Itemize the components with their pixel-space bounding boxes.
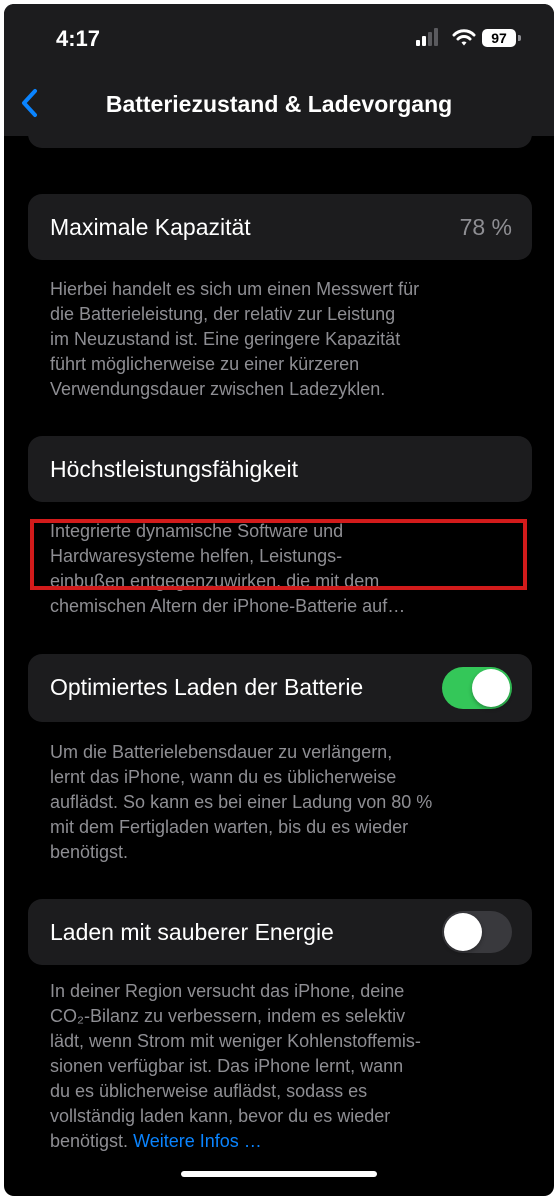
home-indicator[interactable] bbox=[181, 1171, 377, 1177]
page-title: Batteriezustand & Ladevorgang bbox=[105, 91, 453, 117]
footnote-line: lernt das iPhone, wann du es üblicherwei… bbox=[50, 767, 397, 787]
footnote-last-line: benötigst. Weitere Infos … bbox=[50, 1129, 520, 1154]
capacity-row: Maximale Kapazität 78 % bbox=[28, 194, 532, 260]
optimized-charging-label: Optimiertes Laden der Batterie bbox=[50, 674, 364, 700]
footnote-line: Hardwaresysteme helfen, Leistungs- bbox=[50, 546, 343, 566]
peak-performance-footnote: Integrierte dynamische Software und Hard… bbox=[50, 519, 520, 619]
wifi-icon bbox=[452, 29, 476, 46]
status-icons: 97 bbox=[416, 28, 526, 48]
clean-energy-footnote: In deiner Region versucht das iPhone, de… bbox=[50, 979, 520, 1154]
toggle-knob bbox=[472, 669, 510, 707]
footnote-line: die Batterieleistung, der relativ zur Le… bbox=[50, 304, 396, 324]
footnote-line: sionen verfügbar ist. Das iPhone lernt, … bbox=[50, 1056, 404, 1076]
footnote-line: Integrierte dynamische Software und bbox=[50, 521, 344, 541]
status-bar: 4:17 97 bbox=[4, 4, 554, 72]
footnote-line: du es üblicherweise auflädst, sodass es bbox=[50, 1081, 368, 1101]
peak-performance-label: Höchstleistungsfähigkeit bbox=[50, 456, 299, 482]
footnote-line: führt möglicherweise zu einer kürzeren bbox=[50, 354, 360, 374]
battery-icon: 97 bbox=[482, 29, 516, 47]
clean-energy-toggle[interactable] bbox=[442, 911, 512, 953]
previous-card-edge bbox=[28, 132, 532, 148]
footnote-last-text: benötigst. bbox=[50, 1131, 129, 1151]
footnote-line: einbußen entgegenzuwirken, die mit dem bbox=[50, 571, 380, 591]
capacity-label: Maximale Kapazität bbox=[50, 214, 251, 240]
footnote-line: CO₂-Bilanz zu verbessern, indem es selek… bbox=[50, 1006, 406, 1026]
clean-energy-label: Laden mit sauberer Energie bbox=[50, 919, 334, 945]
footnote-line: benötigst. bbox=[50, 842, 129, 862]
navigation-bar: Batteriezustand & Ladevorgang bbox=[4, 72, 554, 136]
footnote-line: auflädst. So kann es bei einer Ladung vo… bbox=[50, 792, 433, 812]
cellular-signal-icon bbox=[416, 28, 444, 48]
optimized-charging-toggle[interactable] bbox=[442, 667, 512, 709]
more-info-link[interactable]: Weitere Infos … bbox=[133, 1131, 262, 1151]
settings-list: Maximale Kapazität 78 % Hierbei handelt … bbox=[4, 132, 554, 1196]
footnote-line: chemischen Altern der iPhone-Batterie au… bbox=[50, 596, 406, 616]
footnote-line: Hierbei handelt es sich um einen Messwer… bbox=[50, 279, 420, 299]
footnote-line: Verwendungsdauer zwischen Ladezyklen. bbox=[50, 379, 386, 399]
toggle-knob bbox=[444, 913, 482, 951]
optimized-charging-footnote: Um die Batterielebensdauer zu verlängern… bbox=[50, 740, 520, 865]
clean-energy-row: Laden mit sauberer Energie bbox=[28, 899, 532, 965]
footnote-line: lädt, wenn Strom mit weniger Kohlenstoff… bbox=[50, 1031, 421, 1051]
capacity-value: 78 % bbox=[459, 214, 512, 240]
peak-performance-row[interactable]: Höchstleistungsfähigkeit bbox=[28, 436, 532, 502]
phone-screen: 4:17 97 Batteriezustand & Ladevorgang Ma… bbox=[4, 4, 554, 1196]
footnote-line: im Neuzustand ist. Eine geringere Kapazi… bbox=[50, 329, 401, 349]
footnote-line: In deiner Region versucht das iPhone, de… bbox=[50, 981, 405, 1001]
status-time: 4:17 bbox=[56, 26, 101, 51]
footnote-line: vollständig laden kann, bevor du es wied… bbox=[50, 1106, 391, 1126]
battery-nub bbox=[518, 35, 521, 41]
optimized-charging-row: Optimiertes Laden der Batterie bbox=[28, 654, 532, 722]
capacity-footnote: Hierbei handelt es sich um einen Messwer… bbox=[50, 277, 520, 402]
footnote-line: Um die Batterielebensdauer zu verlängern… bbox=[50, 742, 393, 762]
footnote-line: mit dem Fertigladen warten, bis du es wi… bbox=[50, 817, 409, 837]
